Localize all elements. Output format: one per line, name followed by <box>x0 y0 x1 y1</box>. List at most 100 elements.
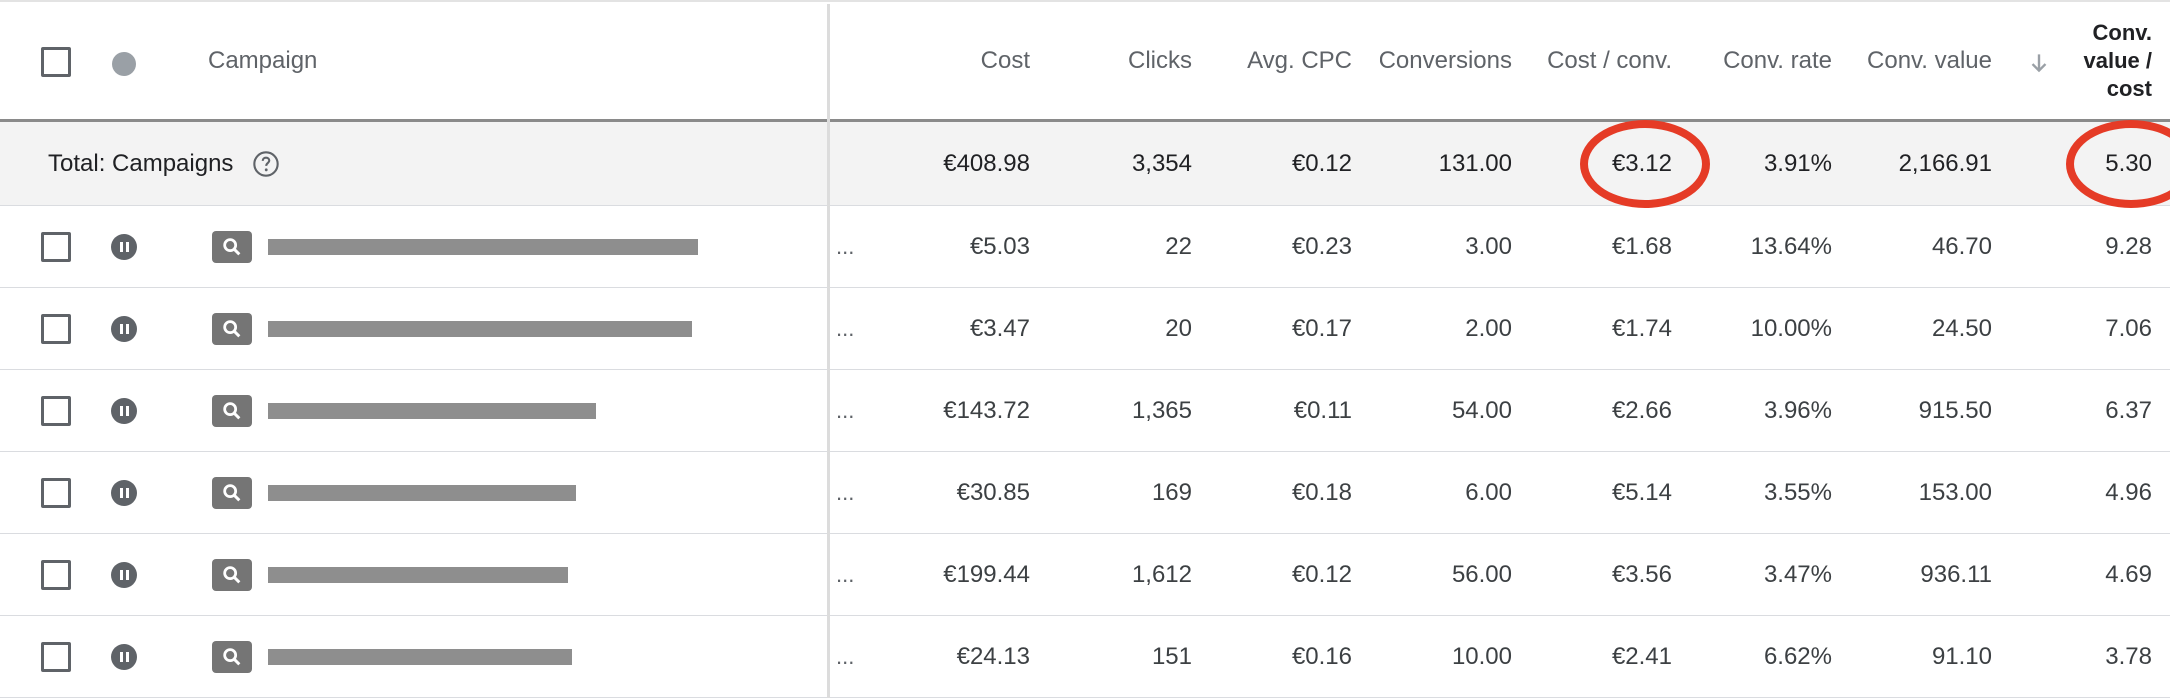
pause-icon[interactable] <box>111 316 137 342</box>
row-checkbox[interactable] <box>41 232 71 262</box>
search-icon <box>212 477 252 509</box>
campaign-name-link[interactable] <box>268 239 698 255</box>
row-cost: €3.47 <box>969 314 1030 342</box>
row-checkbox[interactable] <box>41 314 71 344</box>
row-conversions: 54.00 <box>1451 396 1512 424</box>
frozen-column-divider[interactable] <box>827 4 830 698</box>
row-checkbox[interactable] <box>41 396 71 426</box>
pause-icon[interactable] <box>111 398 137 424</box>
select-all-checkbox[interactable] <box>41 47 71 77</box>
pause-icon[interactable] <box>111 234 137 260</box>
row-ellipsis[interactable]: ... <box>836 288 854 369</box>
row-ellipsis[interactable]: ... <box>836 452 854 533</box>
header-conv-value-cost[interactable]: Conv. value / cost <box>2084 2 2152 119</box>
table-row: ... €199.44 1,612 €0.12 56.00 €3.56 3.47% 936.1… <box>0 534 2170 616</box>
header-conv-rate[interactable]: Conv. rate <box>1723 2 1832 119</box>
row-cost: €24.13 <box>956 642 1030 670</box>
row-cost-per-conv: €2.66 <box>1611 396 1672 424</box>
row-checkbox[interactable] <box>41 642 71 672</box>
total-clicks: 3,354 <box>1131 149 1192 177</box>
row-avg-cpc: €0.23 <box>1291 232 1352 260</box>
row-cost: €143.72 <box>943 396 1030 424</box>
row-conv-rate: 13.64% <box>1750 232 1832 260</box>
row-clicks: 1,365 <box>1131 396 1192 424</box>
header-cost-per-conv[interactable]: Cost / conv. <box>1547 2 1672 119</box>
table-header: Campaign Cost Clicks Avg. CPC Conversion… <box>0 0 2170 122</box>
row-cost: €5.03 <box>969 232 1030 260</box>
campaign-name-link[interactable] <box>268 567 568 583</box>
table-row: ... €3.47 20 €0.17 2.00 €1.74 10.00% 24.50 7.06 <box>0 288 2170 370</box>
campaigns-table: Campaign Cost Clicks Avg. CPC Conversion… <box>0 0 2170 698</box>
header-clicks[interactable]: Clicks <box>1128 2 1192 119</box>
pause-icon[interactable] <box>111 644 137 670</box>
header-conv-value[interactable]: Conv. value <box>1867 2 1992 119</box>
total-conv-value-cost: 5.30 <box>2105 149 2152 177</box>
row-cost-per-conv: €1.74 <box>1611 314 1672 342</box>
row-conv-value-cost: 3.78 <box>2105 642 2152 670</box>
row-conv-value-cost: 9.28 <box>2105 232 2152 260</box>
row-conversions: 56.00 <box>1451 560 1512 588</box>
row-conversions: 2.00 <box>1465 314 1512 342</box>
row-conv-rate: 3.55% <box>1763 478 1832 506</box>
row-checkbox[interactable] <box>41 560 71 590</box>
campaign-name-link[interactable] <box>268 321 692 337</box>
row-conv-value: 46.70 <box>1931 232 1992 260</box>
header-avg-cpc[interactable]: Avg. CPC <box>1247 2 1352 119</box>
row-conversions: 10.00 <box>1451 642 1512 670</box>
header-campaign[interactable]: Campaign <box>208 2 317 119</box>
table-row: ... €143.72 1,365 €0.11 54.00 €2.66 3.96% 915.5… <box>0 370 2170 452</box>
header-cost[interactable]: Cost <box>981 2 1030 119</box>
row-cost-per-conv: €2.41 <box>1611 642 1672 670</box>
row-clicks: 1,612 <box>1131 560 1192 588</box>
table-row: ... €30.85 169 €0.18 6.00 €5.14 3.55% 153.00 4.9… <box>0 452 2170 534</box>
search-icon <box>212 641 252 673</box>
row-cost-per-conv: €5.14 <box>1611 478 1672 506</box>
row-checkbox[interactable] <box>41 478 71 508</box>
row-cost: €30.85 <box>956 478 1030 506</box>
arrow-down-icon[interactable] <box>2026 50 2052 76</box>
header-conversions-label: Conversions <box>1380 46 1512 74</box>
row-conv-value: 153.00 <box>1918 478 1992 506</box>
search-icon <box>212 313 252 345</box>
campaign-name-link[interactable] <box>268 403 596 419</box>
row-avg-cpc: €0.16 <box>1291 642 1352 670</box>
row-cost: €199.44 <box>943 560 1030 588</box>
row-conversions: 6.00 <box>1465 478 1512 506</box>
status-column-icon[interactable] <box>112 52 136 76</box>
row-conv-rate: 3.96% <box>1763 396 1832 424</box>
total-conv-rate: 3.91% <box>1763 149 1832 177</box>
row-ellipsis[interactable]: ... <box>836 534 854 615</box>
campaign-name-link[interactable] <box>268 485 576 501</box>
search-icon <box>212 559 252 591</box>
row-conv-value-cost: 6.37 <box>2105 396 2152 424</box>
total-cost-per-conv: €3.12 <box>1611 149 1672 177</box>
search-icon <box>212 231 252 263</box>
row-avg-cpc: €0.17 <box>1291 314 1352 342</box>
pause-icon[interactable] <box>111 480 137 506</box>
total-avg-cpc: €0.12 <box>1291 149 1352 177</box>
row-ellipsis[interactable]: ... <box>836 370 854 451</box>
total-row: Total: Campaigns €408.98 3,354 €0.12 131… <box>0 122 2170 206</box>
total-cost: €408.98 <box>943 149 1030 177</box>
header-conv-value-cost-line3: cost <box>2106 75 2152 101</box>
row-avg-cpc: €0.18 <box>1291 478 1352 506</box>
table-row: ... €5.03 22 €0.23 3.00 €1.68 13.64% 46.70 9.28 <box>0 206 2170 288</box>
row-conv-value: 24.50 <box>1931 314 1992 342</box>
header-conv-value-cost-line2: value / <box>2083 47 2152 73</box>
total-conv-value: 2,166.91 <box>1898 149 1992 177</box>
help-circle-icon[interactable] <box>252 150 280 178</box>
search-icon <box>212 395 252 427</box>
row-conv-value-cost: 4.96 <box>2105 478 2152 506</box>
pause-icon[interactable] <box>111 562 137 588</box>
row-conversions: 3.00 <box>1465 232 1512 260</box>
header-conversions[interactable]: Conversions <box>1380 2 1512 119</box>
row-avg-cpc: €0.12 <box>1291 560 1352 588</box>
row-ellipsis[interactable]: ... <box>836 206 854 287</box>
row-conv-value: 915.50 <box>1918 396 1992 424</box>
campaign-name-link[interactable] <box>268 649 572 665</box>
row-ellipsis[interactable]: ... <box>836 616 854 697</box>
row-clicks: 169 <box>1151 478 1192 506</box>
row-avg-cpc: €0.11 <box>1293 396 1352 424</box>
row-conv-rate: 3.47% <box>1763 560 1832 588</box>
row-conv-value-cost: 4.69 <box>2105 560 2152 588</box>
